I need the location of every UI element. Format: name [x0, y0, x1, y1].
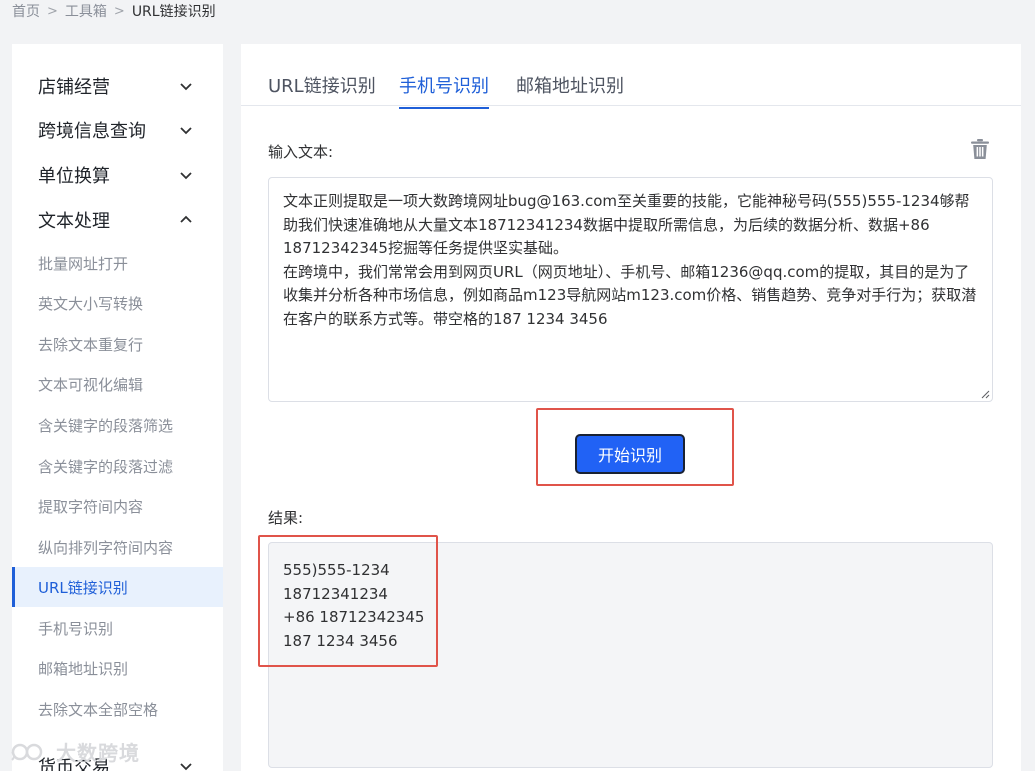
- sidebar-item-keyword-exclude[interactable]: 含关键字的段落过滤: [12, 446, 223, 486]
- sidebar-item-vertical-between[interactable]: 纵向排列字符间内容: [12, 527, 223, 567]
- sidebar-item-extract-between[interactable]: 提取字符间内容: [12, 486, 223, 526]
- watermark-logo-icon: [11, 743, 43, 761]
- sidebar-item-visual-edit[interactable]: 文本可视化编辑: [12, 364, 223, 404]
- sidebar-group-label: 单位换算: [38, 166, 110, 187]
- watermark: 大数跨境: [10, 737, 140, 766]
- sidebar-group-units[interactable]: 单位换算: [38, 160, 193, 190]
- chevron-down-icon: [180, 127, 192, 135]
- sidebar-item-dedupe-lines[interactable]: 去除文本重复行: [12, 324, 223, 364]
- watermark-text: 大数跨境: [56, 741, 140, 765]
- chevron-down-icon: [180, 763, 192, 771]
- tab-bar: URL链接识别 手机号识别 邮箱地址识别: [241, 44, 1021, 109]
- highlight-box-result: [258, 535, 438, 667]
- chevron-down-icon: [180, 172, 192, 180]
- breadcrumb-toolbox[interactable]: 工具箱: [65, 1, 107, 21]
- sidebar-item-batch-open[interactable]: 批量网址打开: [12, 243, 223, 283]
- tab-url-recognition[interactable]: URL链接识别: [268, 72, 376, 107]
- sidebar-item-phone-recognition[interactable]: 手机号识别: [12, 608, 223, 648]
- sidebar-item-case-convert[interactable]: 英文大小写转换: [12, 283, 223, 323]
- input-label: 输入文本:: [268, 143, 334, 161]
- sidebar-group-crossborder[interactable]: 跨境信息查询: [38, 115, 193, 145]
- sidebar-group-text[interactable]: 文本处理: [38, 205, 193, 235]
- breadcrumb-separator: >: [47, 3, 58, 19]
- tab-email-recognition[interactable]: 邮箱地址识别: [516, 72, 624, 107]
- breadcrumb-separator: >: [113, 3, 125, 19]
- sidebar-group-store[interactable]: 店铺经营: [38, 71, 193, 101]
- breadcrumb-current: URL链接识别: [131, 4, 216, 20]
- sidebar-item-email-recognition[interactable]: 邮箱地址识别: [12, 648, 223, 688]
- input-paragraph: 文本正则提取是一项大数跨境网址bug@163.com至关重要的技能，它能神秘号码…: [283, 192, 970, 257]
- main-panel: URL链接识别 手机号识别 邮箱地址识别 输入文本: 文本正则提取是一项大数跨境…: [241, 44, 1021, 771]
- sidebar-group-label: 跨境信息查询: [38, 121, 146, 142]
- result-label: 结果:: [268, 509, 304, 527]
- sidebar-item-remove-spaces[interactable]: 去除文本全部空格: [12, 689, 223, 729]
- input-textarea[interactable]: 文本正则提取是一项大数跨境网址bug@163.com至关重要的技能，它能神秘号码…: [268, 177, 993, 402]
- breadcrumb: 首页 > 工具箱 > URL链接识别: [12, 0, 216, 22]
- sidebar-item-keyword-filter[interactable]: 含关键字的段落筛选: [12, 405, 223, 445]
- chevron-up-icon: [180, 215, 192, 223]
- breadcrumb-home[interactable]: 首页: [12, 1, 40, 21]
- chevron-down-icon: [180, 83, 192, 91]
- input-paragraph: 在跨境中，我们常常会用到网页URL（网页地址）、手机号、邮箱1236@qq.co…: [283, 262, 977, 328]
- sidebar-group-label: 文本处理: [38, 211, 110, 232]
- tab-phone-recognition[interactable]: 手机号识别: [399, 72, 489, 109]
- sidebar-item-url-recognition[interactable]: URL链接识别: [12, 567, 223, 607]
- resize-handle-icon[interactable]: [981, 390, 990, 399]
- sidebar: 店铺经营 跨境信息查询 单位换算 文本处理 批量网址打开 英文大小写转换 去除文…: [12, 44, 223, 771]
- sidebar-group-label: 店铺经营: [38, 77, 110, 98]
- trash-icon[interactable]: [970, 138, 990, 160]
- start-recognition-button[interactable]: 开始识别: [575, 434, 685, 474]
